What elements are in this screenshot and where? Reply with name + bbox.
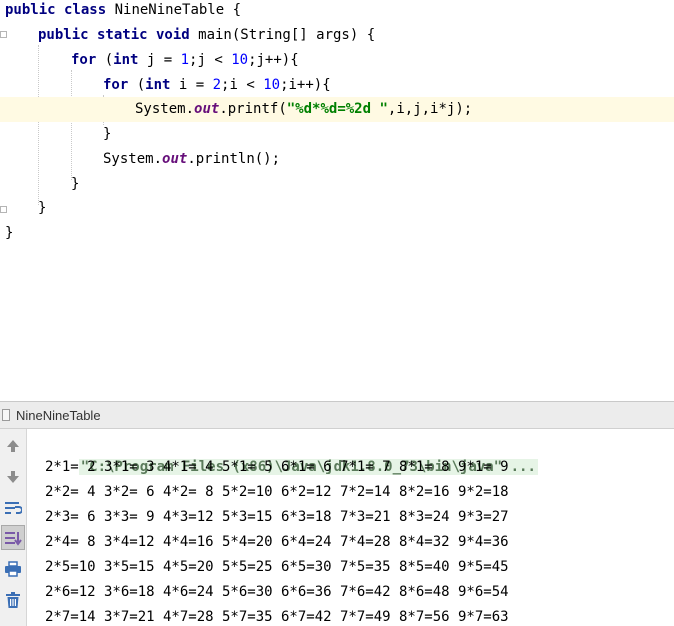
code-token: int [145, 77, 171, 93]
code-line-7[interactable]: System.out.println(); [0, 147, 674, 172]
code-line-9[interactable]: } [0, 196, 674, 221]
code-line-3[interactable]: for (int j = 1;j < 10;j++){ [0, 48, 674, 73]
code-line-8[interactable]: } [0, 172, 674, 197]
code-token: ;j < [189, 52, 232, 68]
code-token: public class [5, 2, 107, 18]
code-token: "%d*%d=%2d " [286, 101, 388, 117]
code-token: } [38, 200, 47, 216]
console-output[interactable]: "C:\Program Files (x86)\Java\jdk1.8.0_73… [28, 429, 674, 626]
code-token: out [162, 151, 188, 167]
code-token: 10 [231, 52, 249, 68]
run-panel-header: NineNineTable [0, 401, 674, 429]
code-token: 1 [180, 52, 190, 68]
code-token: ;j++){ [248, 52, 299, 68]
code-token: } [103, 126, 112, 142]
scroll-to-end-icon[interactable] [1, 525, 25, 550]
code-line-10[interactable]: } [0, 221, 674, 246]
code-token: .println(); [187, 151, 281, 167]
code-token: 2 [212, 77, 222, 93]
output-line: 2*4= 8 3*4=12 4*4=16 5*4=20 6*4=24 7*4=2… [45, 534, 509, 550]
arrow-down-icon[interactable] [0, 464, 25, 489]
code-line-2[interactable]: public static void main(String[] args) { [0, 23, 674, 48]
trash-icon[interactable] [0, 587, 25, 612]
output-line: 2*5=10 3*5=15 4*5=20 5*5=25 6*5=30 7*5=3… [45, 559, 509, 575]
code-token: ;i++){ [280, 77, 331, 93]
code-line-4[interactable]: for (int i = 2;i < 10;i++){ [0, 73, 674, 98]
code-token: ;i < [221, 77, 264, 93]
code-token: int [113, 52, 139, 68]
code-token: public static void [38, 27, 190, 43]
code-token: .printf( [219, 101, 287, 117]
code-token: main(String[] args) { [189, 27, 376, 43]
print-icon[interactable] [0, 556, 25, 581]
code-editor[interactable]: public class NineNineTable { public stat… [0, 0, 674, 400]
run-command-line: "C:\Program Files (x86)\Java\jdk1.8.0_73… [45, 430, 538, 475]
output-line: 2*7=14 3*7=21 4*7=28 5*7=35 6*7=42 7*7=4… [45, 609, 509, 625]
code-token: ( [128, 77, 146, 93]
code-token: System. [103, 151, 163, 167]
output-line: 2*1= 2 3*1= 3 4*1= 4 5*1= 5 6*1= 6 7*1= … [45, 459, 509, 475]
code-token: } [71, 176, 80, 192]
soft-wrap-icon[interactable] [0, 495, 25, 520]
code-token: out [194, 101, 220, 117]
output-line: 2*6=12 3*6=18 4*6=24 5*6=30 6*6=36 7*6=4… [45, 584, 509, 600]
code-line-6[interactable]: } [0, 122, 674, 147]
run-toolbar [0, 429, 27, 626]
code-token: i = [170, 77, 213, 93]
code-token: System. [135, 101, 195, 117]
output-line: 2*2= 4 3*2= 6 4*2= 8 5*2=10 6*2=12 7*2=1… [45, 484, 509, 500]
code-token: ,i,j,i*j); [387, 101, 473, 117]
code-token: ( [96, 52, 114, 68]
run-config-icon [2, 409, 10, 421]
code-token: j = [138, 52, 181, 68]
code-token: for [71, 52, 97, 68]
code-token: 10 [263, 77, 281, 93]
arrow-up-icon[interactable] [0, 433, 25, 458]
code-token: for [103, 77, 129, 93]
output-line: 2*3= 6 3*3= 9 4*3=12 5*3=15 6*3=18 7*3=2… [45, 509, 509, 525]
code-line-5[interactable]: System.out.printf("%d*%d=%2d ",i,j,i*j); [0, 97, 674, 122]
run-tab-label[interactable]: NineNineTable [16, 402, 101, 429]
code-token: } [5, 225, 14, 241]
code-line-1[interactable]: public class NineNineTable { [0, 0, 674, 23]
code-token: NineNineTable { [106, 2, 242, 18]
